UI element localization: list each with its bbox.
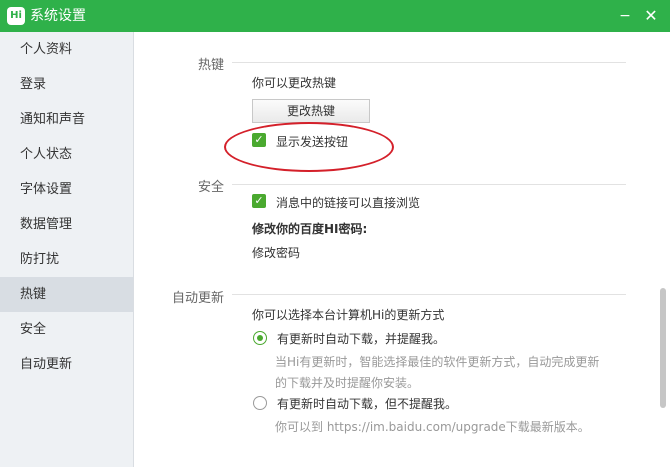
sidebar-item-notifications[interactable]: 通知和声音 — [0, 102, 133, 137]
update-description: 你可以选择本台计算机Hi的更新方式 — [252, 308, 445, 322]
sidebar-item-security[interactable]: 安全 — [0, 312, 133, 347]
sidebar-item-login[interactable]: 登录 — [0, 67, 133, 102]
update-option-notify-desc-2: 的下载并及时提醒你安装。 — [275, 376, 420, 390]
update-option-silent-label: 有更新时自动下载，但不提醒我。 — [277, 397, 458, 411]
sidebar-item-hotkey[interactable]: 热键 — [0, 277, 133, 312]
sidebar-item-data[interactable]: 数据管理 — [0, 207, 133, 242]
sidebar-item-profile[interactable]: 个人资料 — [0, 32, 133, 67]
window-title: 系统设置 — [30, 8, 86, 24]
settings-content: 热键 你可以更改热键 更改热键 ✓ 显示发送按钮 安全 ✓ 消息中的链接可以直接… — [134, 32, 656, 467]
section-label-security: 安全 — [198, 180, 225, 195]
update-option-notify-label: 有更新时自动下载，并提醒我。 — [277, 332, 446, 346]
sidebar-item-update[interactable]: 自动更新 — [0, 347, 133, 382]
section-label-update: 自动更新 — [172, 291, 225, 306]
minimize-button[interactable]: − — [614, 5, 636, 27]
app-logo-icon: Hi — [7, 7, 25, 25]
update-option-notify-radio[interactable] — [253, 331, 267, 345]
section-divider — [232, 62, 626, 63]
settings-sidebar: 个人资料 登录 通知和声音 个人状态 字体设置 数据管理 防打扰 热键 安全 自… — [0, 32, 134, 467]
sidebar-item-status[interactable]: 个人状态 — [0, 137, 133, 172]
section-label-hotkey: 热键 — [198, 58, 225, 73]
highlight-annotation — [224, 122, 394, 172]
hotkey-description: 你可以更改热键 — [252, 76, 337, 90]
section-divider — [232, 184, 626, 185]
change-hotkey-button[interactable]: 更改热键 — [252, 99, 370, 123]
sidebar-item-dnd[interactable]: 防打扰 — [0, 242, 133, 277]
update-option-silent-desc: 你可以到 https://im.baidu.com/upgrade下载最新版本。 — [275, 420, 590, 434]
update-option-notify-desc-1: 当Hi有更新时，智能选择最佳的软件更新方式，自动完成更新 — [275, 355, 600, 369]
password-heading: 修改你的百度HI密码: — [252, 222, 368, 236]
change-password-link[interactable]: 修改密码 — [252, 244, 300, 261]
sidebar-item-font[interactable]: 字体设置 — [0, 172, 133, 207]
close-button[interactable]: ✕ — [640, 5, 662, 27]
browse-links-checkbox[interactable]: ✓ — [252, 194, 266, 208]
section-divider — [232, 294, 626, 295]
update-option-silent-radio[interactable] — [253, 396, 267, 410]
browse-links-label: 消息中的链接可以直接浏览 — [276, 196, 421, 210]
title-bar: Hi 系统设置 − ✕ — [0, 0, 670, 32]
vertical-scrollbar[interactable] — [656, 32, 670, 467]
scrollbar-thumb[interactable] — [660, 288, 666, 408]
